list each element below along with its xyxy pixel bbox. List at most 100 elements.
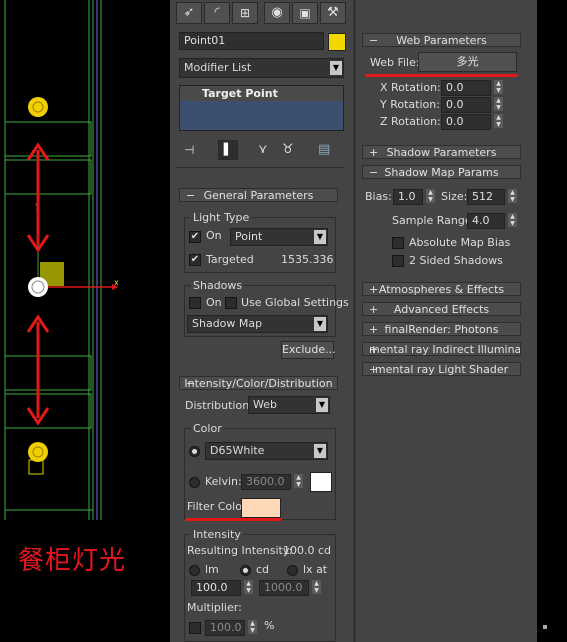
modify-icon[interactable]: ◜ xyxy=(204,2,230,24)
expand-icon: + xyxy=(369,363,379,376)
unit-cd-radio[interactable] xyxy=(240,565,251,576)
display-icon[interactable]: ▣ xyxy=(292,2,318,24)
column-divider xyxy=(353,0,356,642)
rollout-advanced-effects[interactable]: + Advanced Effects xyxy=(362,302,521,316)
multiplier-checkbox[interactable] xyxy=(189,622,201,634)
configure-sets-icon[interactable]: ▤ xyxy=(318,142,330,157)
intensity-value-field[interactable]: 100.0 xyxy=(191,580,241,596)
kelvin-color-swatch[interactable] xyxy=(310,472,332,492)
chevron-down-icon: ▼ xyxy=(314,230,326,244)
make-unique-icon[interactable]: ⋎ xyxy=(258,142,268,157)
multiplier-field[interactable]: 100.0 xyxy=(205,620,245,636)
sample-range-field[interactable]: 4.0 xyxy=(467,213,505,229)
rollout-intensity-color-distribution[interactable]: − Intensity/Color/Distribution xyxy=(179,376,338,390)
modifier-stack[interactable]: Target Point xyxy=(179,85,344,131)
resulting-intensity-value: 100.0 cd xyxy=(283,544,332,557)
web-file-button[interactable]: 多光 xyxy=(418,52,517,72)
modifier-list-dropdown[interactable]: Modifier List ▼ xyxy=(179,58,344,78)
size-field[interactable]: 512 xyxy=(467,189,505,205)
use-global-settings-checkbox[interactable] xyxy=(225,297,237,309)
light-type-dropdown[interactable]: Point ▼ xyxy=(230,228,328,246)
utilities-icon[interactable]: ⚒ xyxy=(320,2,346,24)
bias-spinner[interactable]: ▲ ▼ xyxy=(426,189,435,203)
rollout-title: mental ray Indirect Illumination xyxy=(369,343,521,356)
expand-icon: + xyxy=(369,146,379,159)
multiplier-label: Multiplier: xyxy=(187,601,242,614)
rollout-shadow-map-params[interactable]: − Shadow Map Params xyxy=(362,165,521,179)
unit-lm-radio[interactable] xyxy=(189,565,200,576)
distribution-label: Distribution: xyxy=(185,399,253,412)
multiplier-spinner[interactable]: ▲ ▼ xyxy=(248,620,257,634)
kelvin-radio[interactable] xyxy=(189,477,200,488)
create-icon[interactable]: ➶ xyxy=(176,2,202,24)
lx-distance-spinner[interactable]: ▲ ▼ xyxy=(312,580,321,594)
rollout-mental-ray-indirect[interactable]: + mental ray Indirect Illumination xyxy=(362,342,521,356)
rollout-shadow-parameters[interactable]: + Shadow Parameters xyxy=(362,145,521,159)
rollout-title: Advanced Effects xyxy=(393,303,490,316)
shadows-on-label: On xyxy=(206,296,222,309)
rollout-general-parameters[interactable]: − General Parameters xyxy=(179,188,338,202)
z-rotation-field[interactable]: 0.0 xyxy=(441,114,491,130)
sample-range-spinner[interactable]: ▲ ▼ xyxy=(508,213,517,227)
kelvin-field[interactable]: 3600.0 xyxy=(241,474,291,490)
targeted-checkbox[interactable]: ✔ xyxy=(189,254,201,266)
target-distance-value: 1535.336 xyxy=(281,253,334,266)
group-title: Shadows xyxy=(191,279,245,292)
hierarchy-icon[interactable]: ⊞ xyxy=(232,2,258,24)
shadows-on-checkbox[interactable] xyxy=(189,297,201,309)
rollout-title: Intensity/Color/Distribution xyxy=(184,377,333,390)
object-name-field[interactable]: Point01 xyxy=(179,32,324,50)
z-rotation-spinner[interactable]: ▲ ▼ xyxy=(494,114,503,128)
bias-label: Bias: xyxy=(365,190,392,203)
distribution-dropdown[interactable]: Web ▼ xyxy=(248,396,330,414)
object-color-swatch[interactable] xyxy=(328,33,346,51)
bias-field[interactable]: 1.0 xyxy=(393,189,423,205)
expand-icon: + xyxy=(369,283,379,296)
motion-icon[interactable]: ◉ xyxy=(264,2,290,24)
panel-tab-bar: ➶ ◜ ⊞ ◉ ▣ ⚒ xyxy=(176,2,346,24)
x-rotation-spinner[interactable]: ▲ ▼ xyxy=(494,80,503,94)
rollout-title: General Parameters xyxy=(203,189,314,202)
divider xyxy=(176,167,344,168)
viewport[interactable]: x y xyxy=(0,0,150,520)
rollout-title: finalRender: Photons xyxy=(384,323,499,336)
expand-icon: + xyxy=(369,323,379,336)
color-preset-dropdown[interactable]: D65White ▼ xyxy=(205,442,328,460)
remove-modifier-icon[interactable]: ♉ xyxy=(282,142,294,157)
kelvin-spinner[interactable]: ▲ ▼ xyxy=(294,474,303,488)
absolute-map-bias-checkbox[interactable] xyxy=(392,237,404,249)
rollout-mental-ray-light-shader[interactable]: + mental ray Light Shader xyxy=(362,362,521,376)
size-spinner[interactable]: ▲ ▼ xyxy=(508,189,517,203)
rollout-web-parameters[interactable]: − Web Parameters xyxy=(362,33,521,47)
two-sided-shadows-checkbox[interactable] xyxy=(392,255,404,267)
light-on-checkbox[interactable]: ✔ xyxy=(189,231,201,243)
size-label: Size: xyxy=(441,190,468,203)
preset-radio[interactable] xyxy=(189,446,200,457)
lx-distance-field[interactable]: 1000.0 xyxy=(259,580,309,596)
collapse-icon: − xyxy=(369,166,379,179)
targeted-label: Targeted xyxy=(206,253,254,266)
light-type-value: Point xyxy=(235,230,263,243)
expand-icon: + xyxy=(369,343,379,356)
scroll-thumb[interactable] xyxy=(543,625,547,629)
shadow-type-dropdown[interactable]: Shadow Map ▼ xyxy=(187,315,328,333)
y-rotation-field[interactable]: 0.0 xyxy=(441,97,491,113)
collapse-icon: − xyxy=(369,34,379,47)
rollout-finalrender-photons[interactable]: + finalRender: Photons xyxy=(362,322,521,336)
intensity-spinner[interactable]: ▲ ▼ xyxy=(244,580,253,594)
rollout-atmospheres-effects[interactable]: + Atmospheres & Effects xyxy=(362,282,521,296)
unit-lx-radio[interactable] xyxy=(287,565,298,576)
unit-cd-label: cd xyxy=(256,563,270,576)
pin-stack-icon[interactable]: ⊣ xyxy=(184,143,194,157)
filter-color-swatch[interactable] xyxy=(241,498,281,518)
show-end-result-icon[interactable]: ▌ xyxy=(218,140,238,160)
exclude-button[interactable]: Exclude... xyxy=(281,341,336,359)
x-rotation-field[interactable]: 0.0 xyxy=(441,80,491,96)
rollout-title: Atmospheres & Effects xyxy=(378,283,505,296)
rollout-title: Shadow Parameters xyxy=(386,146,497,159)
stack-item[interactable]: Target Point xyxy=(180,86,343,101)
y-rotation-spinner[interactable]: ▲ ▼ xyxy=(494,97,503,111)
group-title: Light Type xyxy=(191,211,252,224)
panel-scroll-area[interactable] xyxy=(537,0,567,642)
red-underline-annotation xyxy=(365,74,518,77)
